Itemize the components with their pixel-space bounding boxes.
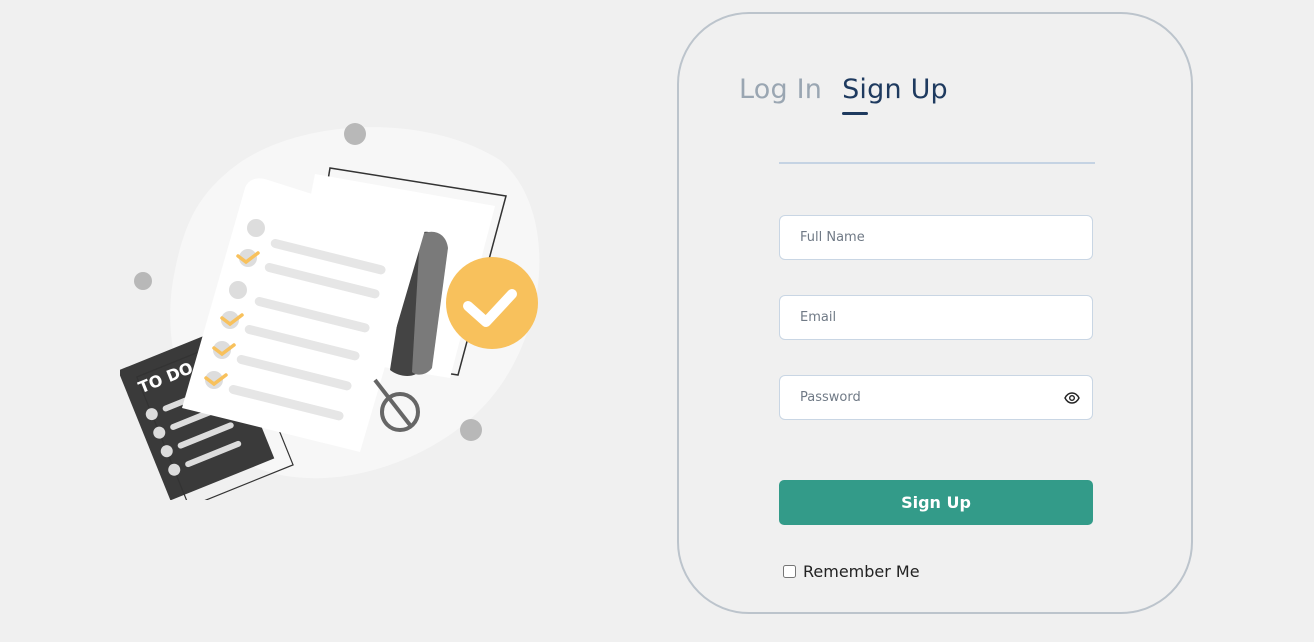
password-field-wrapper (779, 375, 1093, 420)
tab-signup-label: Sign Up (842, 74, 948, 105)
decor-dot (344, 123, 366, 145)
password-input[interactable] (780, 376, 1092, 419)
auth-card: Log In Sign Up Sign Up Remember Me (677, 12, 1193, 614)
remember-me-label[interactable]: Remember Me (803, 562, 920, 581)
tab-login[interactable]: Log In (739, 74, 822, 111)
form-divider (779, 162, 1095, 164)
remember-me-row: Remember Me (783, 562, 920, 581)
signup-page: TO DO Log In Sign Up Full Name Email Sig… (0, 0, 1314, 642)
auth-tabs: Log In Sign Up (739, 74, 948, 115)
active-tab-indicator (842, 112, 869, 115)
remember-me-checkbox[interactable] (783, 565, 796, 578)
check-circle (446, 257, 538, 349)
full-name-input[interactable] (780, 216, 1092, 259)
signup-submit-button[interactable]: Sign Up (779, 480, 1093, 525)
tab-signup[interactable]: Sign Up (842, 74, 948, 115)
full-name-field-wrapper (779, 215, 1093, 260)
decor-dot (460, 419, 482, 441)
email-input[interactable] (780, 296, 1092, 339)
email-field-wrapper (779, 295, 1093, 340)
decor-dot (134, 272, 152, 290)
todo-checklist-illustration: TO DO (120, 123, 540, 500)
tab-login-label: Log In (739, 74, 823, 105)
eye-icon[interactable] (1064, 390, 1080, 406)
